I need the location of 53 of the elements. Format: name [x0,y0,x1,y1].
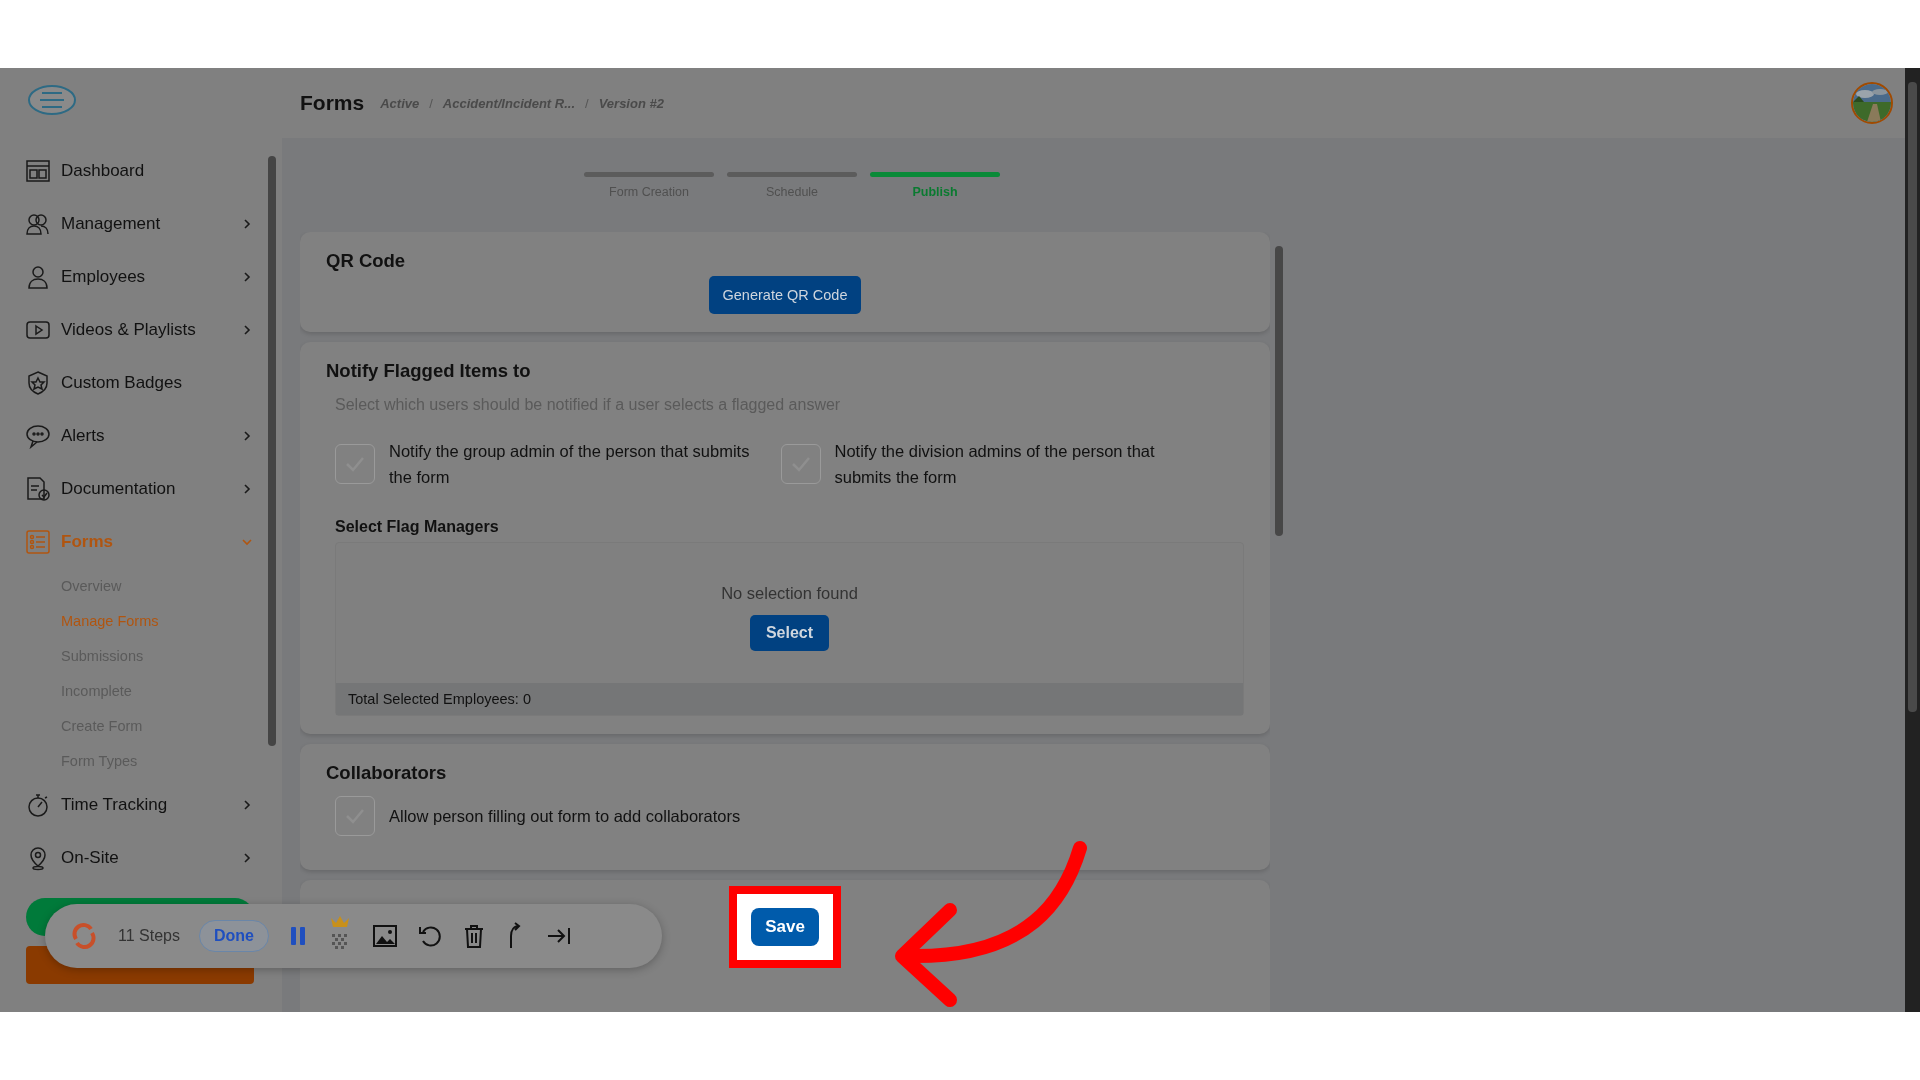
nav-icon [25,791,51,818]
checkbox-label: Notify the group admin of the person that submits the form [389,441,751,488]
sidebar-item[interactable]: Alerts [0,409,266,462]
undo-icon[interactable] [416,923,443,949]
chevron-icon [242,217,252,230]
sidebar-item[interactable]: Employees [0,250,266,303]
chevron-icon [242,482,252,495]
submenu-item[interactable]: Manage Forms [0,603,266,638]
empty-message: No selection found [721,583,858,603]
card-title: QR Code [326,250,407,272]
sidebar-item[interactable]: Forms [0,515,266,568]
total-selected-text: Total Selected Employees: 0 [336,683,1243,715]
scrollbar-thumb[interactable] [1275,246,1283,536]
checkbox[interactable] [335,444,375,484]
sidebar-item[interactable]: Documentation [0,462,266,515]
sidebar-item[interactable]: Dashboard [0,144,266,197]
card-title: Collaborators [326,762,448,784]
scrollbar-thumb[interactable] [1908,82,1917,712]
checkbox[interactable] [335,796,375,836]
progress-step[interactable]: Publish [870,172,1000,232]
section-label: Select Flag Managers [335,518,500,536]
scrollbar-thumb[interactable] [268,156,276,746]
chevron-icon [242,323,252,336]
skip-to-end-icon[interactable] [545,925,572,947]
step-count: 11 Steps [118,927,180,945]
page-title: Forms [300,91,365,115]
nav-icon [25,157,51,184]
nav-icon [25,422,51,449]
select-button[interactable]: Select [749,614,830,651]
save-button[interactable]: Save [751,908,819,946]
image-icon[interactable] [371,924,398,948]
sidebar-item[interactable]: Time Tracking [0,778,266,831]
chevron-icon [242,851,252,864]
sidebar-item[interactable]: Custom Badges [0,356,266,409]
chevron-icon [242,798,252,811]
done-button[interactable]: Done [198,920,269,952]
checkbox-label: Notify the division admins of the person that submits the form [834,441,1156,488]
nav-icon [25,263,51,290]
nav-icon [25,475,51,502]
chevron-icon [242,270,252,283]
breadcrumb-separator: / [428,95,434,111]
sidebar-item[interactable]: Videos & Playlists [0,303,266,356]
nav-icon [25,369,51,396]
nav-icon [25,528,51,555]
sidebar-item[interactable]: On-Site [0,831,266,884]
chevron-icon [242,429,252,442]
checkbox-label: Allow person filling out form to add collaborators [389,806,741,827]
avatar[interactable] [1851,82,1893,124]
sidebar-item[interactable]: Management [0,197,266,250]
checkbox[interactable] [780,444,821,484]
breadcrumb-separator: / [584,95,590,111]
generate-qr-button[interactable]: Generate QR Code [708,276,862,314]
card-title: Notify Flagged Items to [326,360,532,382]
